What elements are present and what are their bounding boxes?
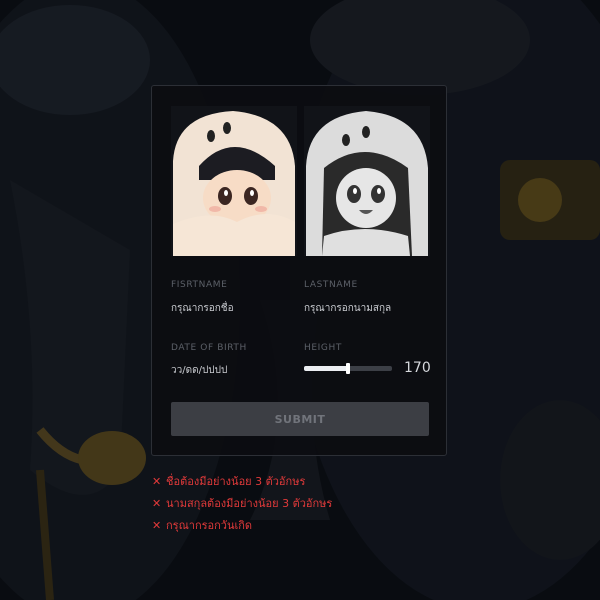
- close-icon: ✕: [152, 496, 162, 510]
- error-firstname: ✕ ชื่อต้องมีอย่างน้อย 3 ตัวอักษร: [152, 470, 332, 492]
- height-slider-thumb[interactable]: [346, 363, 350, 374]
- portrait-grayscale: [304, 106, 430, 256]
- portrait-color: [171, 106, 297, 256]
- height-value: 170: [404, 360, 431, 376]
- registration-card: FISRTNAME LASTNAME DATE OF BIRTH HEIGHT …: [151, 85, 447, 456]
- firstname-label: FISRTNAME: [171, 280, 228, 290]
- dob-label: DATE OF BIRTH: [171, 343, 247, 353]
- firstname-input[interactable]: [171, 300, 291, 316]
- error-text: ชื่อต้องมีอย่างน้อย 3 ตัวอักษร: [166, 475, 306, 488]
- lastname-input[interactable]: [304, 300, 424, 316]
- close-icon: ✕: [152, 518, 162, 532]
- height-slider-fill: [304, 366, 348, 371]
- height-label: HEIGHT: [304, 343, 342, 353]
- lastname-label: LASTNAME: [304, 280, 358, 290]
- error-text: นามสกุลต้องมีอย่างน้อย 3 ตัวอักษร: [166, 497, 333, 510]
- error-lastname: ✕ นามสกุลต้องมีอย่างน้อย 3 ตัวอักษร: [152, 492, 332, 514]
- error-text: กรุณากรอกวันเกิด: [166, 519, 253, 532]
- error-list: ✕ ชื่อต้องมีอย่างน้อย 3 ตัวอักษร ✕ นามสก…: [152, 470, 332, 536]
- height-slider[interactable]: [304, 363, 392, 374]
- dob-input[interactable]: [171, 362, 291, 378]
- error-dob: ✕ กรุณากรอกวันเกิด: [152, 514, 332, 536]
- close-icon: ✕: [152, 474, 162, 488]
- submit-button[interactable]: SUBMIT: [171, 402, 429, 436]
